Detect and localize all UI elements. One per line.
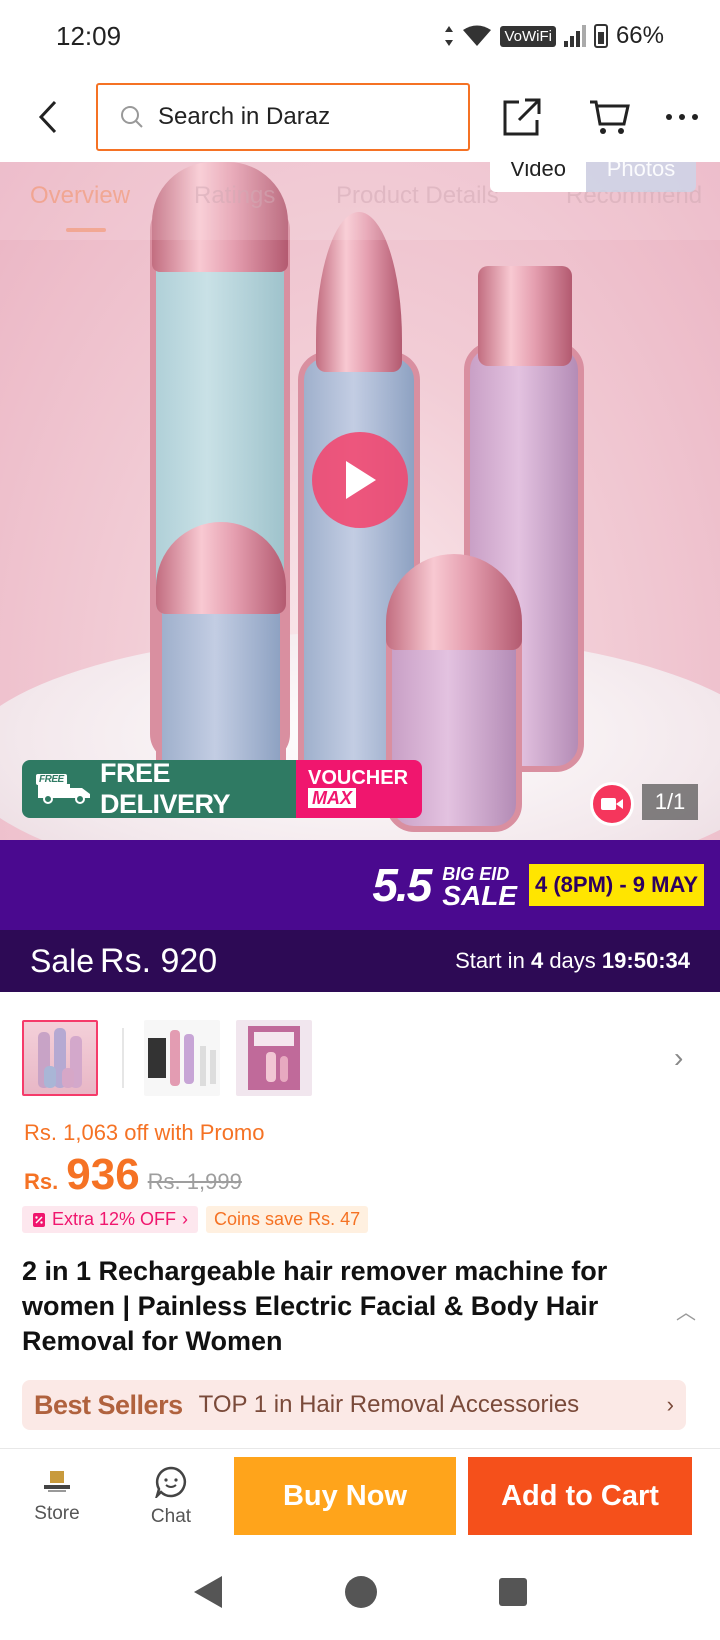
store-button[interactable]: Store (0, 1449, 114, 1545)
collapse-title-icon[interactable]: ︿ (676, 1296, 696, 1325)
product-title: 2 in 1 Rechargeable hair remover machine… (22, 1256, 608, 1356)
nav-recents-icon[interactable] (498, 1577, 528, 1607)
tab-ratings[interactable]: Ratings (194, 182, 275, 210)
status-icons: VoWiFi 66% (444, 22, 664, 50)
voucher-label: VOUCHER (308, 767, 409, 789)
bestseller-text: TOP 1 in Hair Removal Accessories (198, 1391, 580, 1418)
discount-badges: Extra 12% OFF › Coins save Rs. 47 (22, 1206, 369, 1233)
cart-button[interactable] (574, 72, 644, 162)
media-switch: Video Photos (490, 162, 696, 192)
voucher-icon (33, 1212, 45, 1227)
price-row: Rs. 936 Rs. 1,999 (24, 1150, 242, 1200)
cart-icon (590, 100, 630, 134)
tab-overview[interactable]: Overview (30, 182, 130, 210)
chat-icon (155, 1466, 187, 1498)
thumbnail-divider (122, 1028, 124, 1088)
video-toggle-button[interactable] (590, 782, 634, 826)
chevron-right-icon: › (182, 1209, 189, 1229)
status-bar: 12:09 VoWiFi 66% (0, 0, 720, 72)
chat-button[interactable]: Chat (114, 1449, 228, 1545)
free-delivery-label: FREE DELIVERY (100, 760, 231, 818)
search-placeholder: Search in Daraz (158, 103, 331, 130)
search-input[interactable]: Search in Daraz (96, 83, 470, 151)
vowifi-badge: VoWiFi (500, 25, 556, 47)
bestseller-banner[interactable]: Best Sellers TOP 1 in Hair Removal Acces… (22, 1380, 686, 1430)
search-icon (121, 106, 143, 128)
extra-off-badge[interactable]: Extra 12% OFF › (22, 1206, 199, 1233)
sale-price: Sale Rs. 920 (30, 941, 218, 980)
thumbnail-2[interactable] (144, 1020, 220, 1096)
media-counter: 1/1 (642, 784, 698, 820)
nav-home-icon[interactable] (344, 1575, 378, 1609)
chevron-right-icon: › (666, 1392, 674, 1417)
battery-level: 66% (615, 22, 664, 49)
tab-product-details[interactable]: Product Details (336, 182, 499, 210)
media-photos-button[interactable]: Photos (586, 162, 696, 192)
video-camera-icon (601, 798, 623, 810)
truck-icon: FREE (36, 774, 92, 804)
media-video-button[interactable]: Video (490, 162, 586, 192)
chat-label: Chat (150, 1505, 192, 1527)
play-button[interactable] (312, 432, 408, 528)
thumbnail-strip: › (0, 1020, 720, 1100)
promo-discount-text: Rs. 1,063 off with Promo (24, 1120, 265, 1145)
campaign-banner[interactable]: 5.5 BIG EID SALE 4 (8PM) - 9 MAY (0, 840, 720, 930)
thumbnail-1[interactable] (22, 1020, 98, 1096)
bottom-action-bar: Store Chat Buy Now Add to Cart (0, 1448, 720, 1544)
free-delivery-banner: FREE FREE DELIVERY VOUCHER MAX (22, 760, 422, 818)
store-label: Store (34, 1502, 80, 1524)
buy-now-button[interactable]: Buy Now (234, 1457, 456, 1535)
battery-icon (593, 24, 608, 48)
active-tab-indicator (66, 228, 106, 232)
status-time: 12:09 (56, 20, 122, 51)
thumbnail-next-icon[interactable]: › (674, 1042, 683, 1074)
original-price: Rs. 1,999 (147, 1169, 242, 1194)
share-icon (503, 98, 541, 136)
sale-countdown: Start in 4 days 19:50:34 (455, 948, 690, 973)
thumbnail-3[interactable] (236, 1020, 312, 1096)
campaign-number: 5.5 (372, 859, 432, 911)
coins-badge: Coins save Rs. 47 (206, 1206, 369, 1233)
wifi-icon (463, 25, 492, 46)
nav-back-icon[interactable] (192, 1574, 224, 1610)
signal-icon (563, 25, 586, 47)
more-menu-button[interactable] (644, 72, 720, 162)
price-currency: Rs. (24, 1169, 59, 1194)
add-to-cart-button[interactable]: Add to Cart (468, 1457, 692, 1535)
back-arrow-icon (38, 100, 57, 134)
voucher-max-label: MAX (308, 788, 356, 808)
share-button[interactable] (470, 72, 574, 162)
campaign-dates: 4 (8PM) - 9 MAY (528, 864, 704, 906)
bestseller-logo: Best Sellers (34, 1389, 183, 1420)
product-media[interactable]: Overview Ratings Product Details Recomme… (0, 162, 720, 840)
play-icon (346, 461, 376, 499)
more-dots-icon (666, 114, 698, 120)
top-header: Search in Daraz (0, 72, 720, 162)
campaign-title: BIG EID SALE (442, 864, 517, 911)
sale-price-strip: Sale Rs. 920 Start in 4 days 19:50:34 (0, 930, 720, 992)
system-nav-bar (0, 1556, 720, 1628)
current-price: 936 (66, 1150, 140, 1199)
data-arrows-icon (445, 26, 454, 46)
store-logo-icon (44, 1470, 70, 1492)
back-button[interactable] (0, 72, 96, 162)
